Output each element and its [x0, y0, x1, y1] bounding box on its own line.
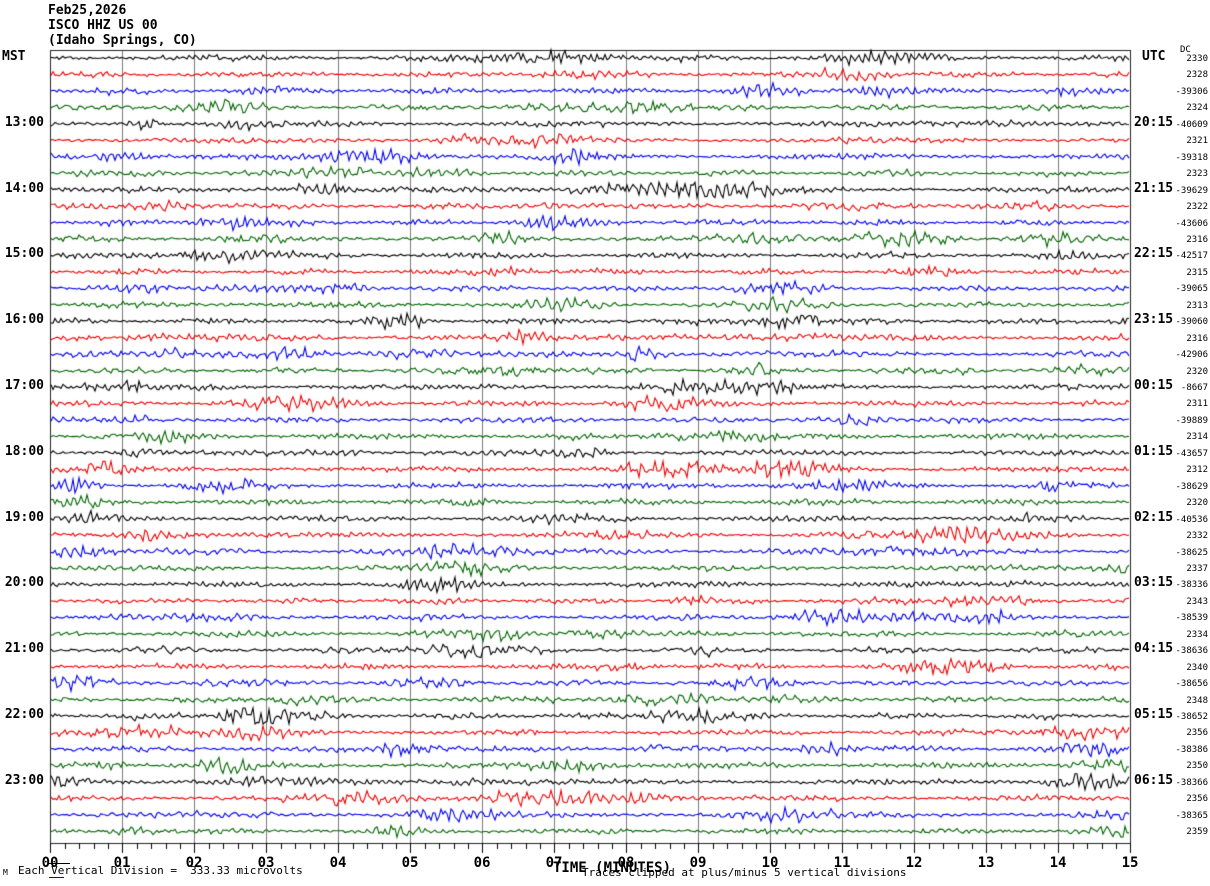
dc-offset-value: 2356 [1186, 728, 1208, 739]
dc-offset-value: -43657 [1175, 448, 1208, 459]
dc-offset-value: 2340 [1186, 662, 1208, 673]
dc-offset-value: -42906 [1175, 350, 1208, 361]
dc-offset-value: 2311 [1186, 399, 1208, 410]
dc-offset-value: -42517 [1175, 251, 1208, 262]
dc-offset-value: -38386 [1175, 744, 1208, 755]
dc-offset-value: -39318 [1175, 152, 1208, 163]
dc-offset-value: -39060 [1175, 317, 1208, 328]
ver-overline-artifact [49, 863, 70, 864]
dc-offset-value: 2322 [1186, 202, 1208, 213]
dc-offset-value: 2313 [1186, 300, 1208, 311]
dc-offset-value: 2320 [1186, 498, 1208, 509]
dc-offset-value: -40609 [1175, 119, 1208, 130]
x-tick-label: 05 [401, 855, 419, 871]
mst-hour-label: 14:00 [4, 180, 44, 196]
header-location: (Idaho Springs, CO) [48, 33, 197, 48]
dc-offset-value: -38625 [1175, 547, 1208, 558]
ver-underline-artifact [49, 877, 64, 878]
helicorder-page: Feb25,2026 ISCO HHZ US 00 (Idaho Springs… [0, 0, 1210, 886]
mst-axis-label: MST [2, 49, 26, 64]
x-tick-label: 06 [473, 855, 491, 871]
mst-hour-label: 17:00 [4, 378, 44, 393]
dc-offset-value: -8667 [1180, 383, 1208, 393]
dc-offset-value: 2324 [1186, 103, 1208, 114]
dc-offset-value: 2359 [1186, 827, 1208, 838]
scale-note: Each Vertical Division = 333.33 microvol… [18, 864, 303, 877]
mst-hour-label: 19:00 [4, 509, 44, 525]
dc-offset-value: -43606 [1175, 218, 1208, 229]
seismogram-trace-canvas [0, 0, 1210, 886]
dc-offset-value: 2328 [1186, 70, 1208, 81]
mst-hour-label: 21:00 [4, 641, 44, 657]
header-station: ISCO HHZ US 00 [48, 18, 158, 33]
dc-offset-value: 2315 [1186, 267, 1208, 278]
mst-hour-label: 22:00 [4, 707, 44, 722]
mst-hour-label: 20:00 [4, 575, 44, 591]
dc-offset-value: 2312 [1186, 465, 1208, 476]
utc-axis-label: UTC [1142, 49, 1166, 64]
x-tick-label: 15 [1121, 855, 1139, 871]
dc-offset-value: -39629 [1175, 185, 1208, 196]
dc-offset-value: 2314 [1186, 432, 1208, 443]
dc-offset-value: -38366 [1175, 777, 1208, 788]
dc-offset-value: -39065 [1175, 284, 1208, 295]
corner-glyph: M [3, 868, 8, 877]
dc-offset-value: 2321 [1186, 136, 1208, 147]
dc-offset-value: -38336 [1175, 580, 1208, 591]
dc-offset-value: 2332 [1186, 531, 1208, 542]
mst-hour-label: 23:00 [4, 772, 44, 788]
dc-offset-value: -38629 [1175, 481, 1208, 492]
dc-offset-value: -38636 [1175, 646, 1208, 657]
x-tick-label: 04 [329, 855, 347, 871]
dc-offset-value: -38656 [1175, 679, 1208, 690]
dc-offset-value: 2320 [1186, 366, 1208, 377]
dc-offset-value: 2334 [1186, 629, 1208, 640]
mst-hour-label: 13:00 [4, 114, 44, 130]
x-tick-label: 13 [977, 855, 995, 871]
x-tick-label: 14 [1049, 855, 1067, 871]
dc-offset-value: 2323 [1186, 169, 1208, 180]
header-date: Feb25,2026 [48, 3, 127, 18]
dc-offset-value: 2316 [1186, 234, 1208, 245]
dc-offset-value: -38539 [1175, 613, 1208, 624]
dc-offset-value: 2330 [1186, 54, 1208, 64]
dc-offset-value: 2348 [1186, 695, 1208, 706]
dc-offset-value: -40536 [1175, 514, 1208, 525]
dc-offset-value: 2356 [1186, 794, 1208, 805]
dc-offset-value: 2343 [1186, 596, 1208, 607]
dc-offset-value: 2316 [1186, 333, 1208, 344]
mst-hour-label: 16:00 [4, 312, 44, 328]
dc-offset-value: 2337 [1186, 563, 1208, 574]
dc-offset-value: -39889 [1175, 415, 1208, 426]
dc-offset-value: -39306 [1175, 86, 1208, 97]
mst-hour-label: 18:00 [4, 443, 44, 459]
clip-note: Traces clipped at plus/minus 5 vertical … [582, 866, 907, 879]
mst-hour-label: 15:00 [4, 246, 44, 262]
dc-offset-value: -38365 [1175, 810, 1208, 821]
dc-offset-value: 2350 [1186, 761, 1208, 772]
dc-offset-value: -38652 [1175, 712, 1208, 722]
